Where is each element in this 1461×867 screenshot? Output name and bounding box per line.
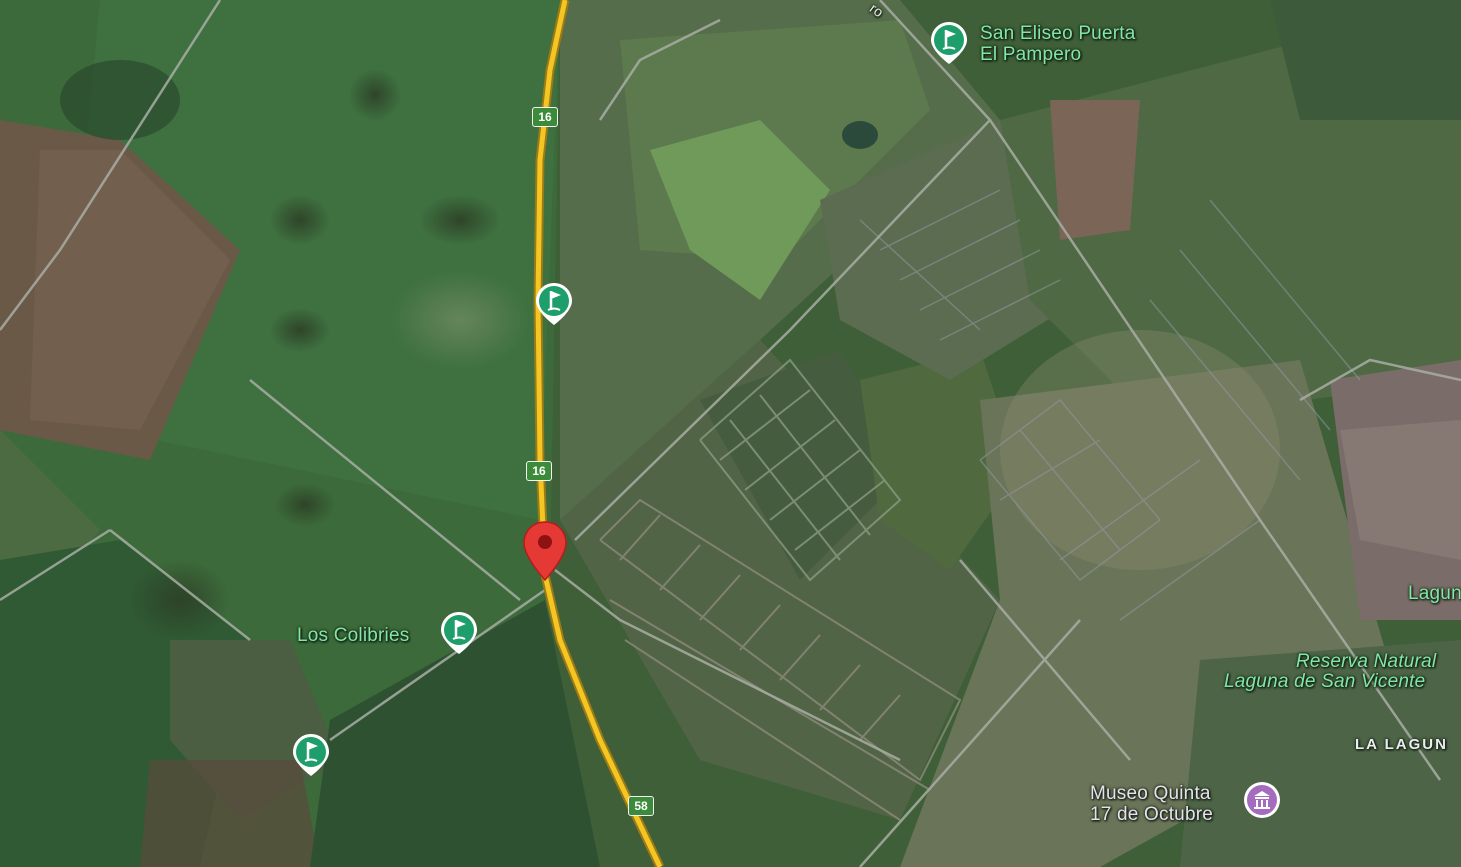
museum-icon: [1244, 782, 1280, 818]
satellite-map[interactable]: 16 16 58 ro San Eliseo Puerta El Pampero: [0, 0, 1461, 867]
poi-los-colibries[interactable]: [439, 610, 479, 658]
museo-label-line2: 17 de Octubre: [1090, 804, 1214, 825]
route-58-shield: 58: [628, 796, 654, 816]
golf-course-icon: [293, 734, 329, 776]
la-laguna-label: LA LAGUN: [1355, 736, 1448, 753]
selected-location-pin[interactable]: [522, 520, 568, 582]
los-colibries-label: Los Colibries: [297, 625, 410, 646]
golf-course-icon: [441, 612, 477, 654]
san-eliseo-label-line1: San Eliseo Puerta: [980, 23, 1136, 44]
map-pin-icon: [523, 521, 567, 582]
poi-museo-quinta[interactable]: [1242, 780, 1282, 820]
san-eliseo-label-line2: El Pampero: [980, 44, 1082, 65]
reserva-label-line2: Laguna de San Vicente: [1224, 671, 1426, 692]
museo-label-line1: Museo Quinta: [1090, 783, 1211, 804]
route-16-shield: 16: [532, 107, 558, 127]
golf-course-icon: [536, 283, 572, 325]
poi-san-eliseo[interactable]: [929, 20, 969, 68]
poi-golf-course[interactable]: [291, 732, 331, 780]
golf-course-icon: [931, 22, 967, 64]
route-16-shield: 16: [526, 461, 552, 481]
laguna-label-cut: Lagun: [1408, 583, 1461, 604]
poi-golf-course[interactable]: [534, 281, 574, 329]
reserva-label-line1: Reserva Natural: [1296, 651, 1437, 672]
satellite-imagery: [0, 0, 1461, 867]
